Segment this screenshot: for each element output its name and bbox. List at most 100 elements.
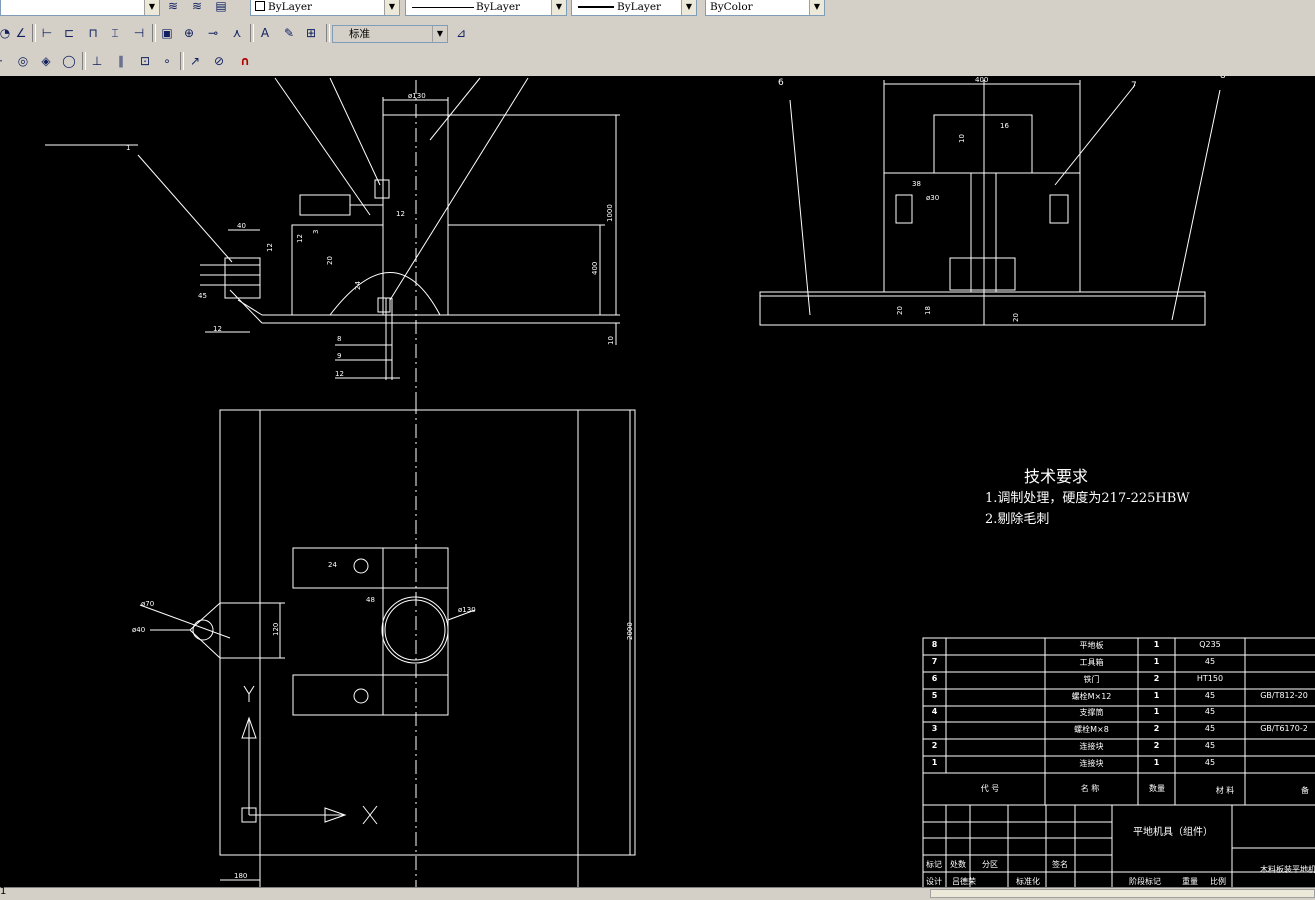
lug-hole <box>192 619 214 641</box>
bom-cell-name: 铁门 <box>1083 675 1100 684</box>
bom-cell-qty: 2 <box>1153 724 1160 733</box>
center-mark-icon[interactable]: ⊕ <box>180 24 198 42</box>
dim-update-icon[interactable]: ⊞ <box>302 24 320 42</box>
osnap-settings-icon[interactable]: ∩ <box>236 52 254 70</box>
snap-tangent-icon[interactable]: ◯ <box>60 52 78 70</box>
dim-text: 12 <box>266 243 274 252</box>
title-block-label-bili: 比例 <box>1210 877 1226 886</box>
quick-dim-icon[interactable]: ⊢ <box>38 24 56 42</box>
bom-cell-note: GB/T812-20 <box>1260 691 1308 700</box>
dim-space-icon[interactable]: ⌶ <box>106 24 124 42</box>
bom-cell-material: HT150 <box>1196 674 1224 683</box>
dim-text: 12 <box>296 234 304 243</box>
baseline-dim-icon[interactable]: ⊏ <box>60 24 78 42</box>
bom-cell-material: 45 <box>1204 741 1216 750</box>
inspection-icon[interactable]: ⊸ <box>204 24 222 42</box>
dim-style-combo[interactable]: 标准 ▼ <box>332 25 448 43</box>
dim-text: 10 <box>958 134 966 143</box>
layer-combo[interactable]: ByLayer ▼ <box>250 0 400 16</box>
lineweight-combo[interactable]: ByLayer ▼ <box>571 0 697 16</box>
dim-style-value: 标准 <box>349 28 370 40</box>
layer-manager-icon[interactable]: ▤ <box>212 0 230 15</box>
bom-cell-name: 螺栓M×8 <box>1074 725 1109 734</box>
side-center-block <box>949 257 1016 291</box>
arch <box>329 272 441 316</box>
snap-quadrant-icon[interactable]: ◈ <box>37 52 55 70</box>
title-block-label-fenqu: 分区 <box>982 860 998 869</box>
title-block-header-note: 备 <box>1301 786 1309 795</box>
dim-text: 2000 <box>626 622 634 640</box>
dim-edit-icon[interactable]: A <box>256 24 274 42</box>
title-block-header-material: 材 料 <box>1215 786 1235 795</box>
angular-dim-icon[interactable]: ∠ <box>12 24 30 42</box>
continue-dim-icon[interactable]: ⊓ <box>84 24 102 42</box>
title-block-label-biaozhunhua: 标准化 <box>1016 877 1040 886</box>
tech-note-1: 1.调制处理，硬度为217-225HBW <box>985 491 1190 506</box>
title-block-header-code: 代 号 <box>980 784 1000 793</box>
layer-previous-icon[interactable]: ≋ <box>188 0 206 15</box>
dim-text: 38 <box>912 180 921 188</box>
unknown-combo[interactable]: ▼ <box>0 0 160 16</box>
bom-cell-qty: 2 <box>1153 741 1160 750</box>
bom-cell-qty: 1 <box>1153 691 1160 700</box>
dim-text: 24 <box>328 561 337 569</box>
bom-cell-qty: 1 <box>1153 758 1160 767</box>
snap-insert-icon[interactable]: ⊡ <box>136 52 154 70</box>
drawing-canvas[interactable]: ø130 1 40 12 12 45 8 9 12 1000 400 10 20… <box>0 76 1315 887</box>
bom-cell-no: 3 <box>931 724 938 733</box>
snap-none-icon[interactable]: ⊘ <box>210 52 228 70</box>
dim-text: 12 <box>335 370 344 378</box>
title-block-label-biaoji: 标记 <box>926 860 942 869</box>
side-top-block <box>933 114 1033 174</box>
color-combo[interactable]: ByColor ▼ <box>705 0 825 16</box>
bom-cell-qty: 2 <box>1153 674 1160 683</box>
layer-states-icon[interactable]: ≋ <box>164 0 182 15</box>
snap-parallel-icon[interactable]: ∥ <box>112 52 130 70</box>
snap-node-icon[interactable]: ∘ <box>158 52 176 70</box>
dim-text: 18 <box>924 306 932 315</box>
balloon-8: 8 <box>1220 76 1226 81</box>
linetype-combo[interactable]: ByLayer ▼ <box>405 0 567 16</box>
connecting-block <box>291 224 384 316</box>
bom-cell-qty: 1 <box>1153 707 1160 716</box>
title-block-header-name: 名 称 <box>1080 784 1100 793</box>
leader <box>274 77 371 216</box>
top-block-b <box>292 674 449 716</box>
tolerance-icon[interactable]: ▣ <box>158 24 176 42</box>
bom-cell-name: 支撑筒 <box>1079 708 1104 717</box>
dim-leader <box>139 604 231 639</box>
bom-cell-qty: 1 <box>1153 640 1160 649</box>
dim-text: 48 <box>366 596 375 604</box>
title-block-header-qty: 数量 <box>1149 784 1165 793</box>
leader <box>389 77 529 301</box>
dim-text: 20 <box>896 306 904 315</box>
side-window-left <box>895 194 913 224</box>
balloon-7: 7 <box>1131 81 1137 91</box>
bom-cell-no: 7 <box>931 657 938 666</box>
snap-perpendicular-icon[interactable]: ⊥ <box>88 52 106 70</box>
connecting-block-left <box>224 257 261 299</box>
chevron-down-icon: ▼ <box>384 0 399 15</box>
bom-cell-material: Q235 <box>1199 640 1221 649</box>
dim-text: 16 <box>1000 122 1009 130</box>
layout-tab[interactable]: 1 <box>0 886 6 897</box>
dim-break-icon[interactable]: ⊣ <box>130 24 148 42</box>
balloon-1: 1 <box>126 144 130 152</box>
bolt-hole <box>353 558 369 574</box>
column-circle-inner <box>384 599 446 661</box>
bom-cell-no: 8 <box>931 640 938 649</box>
dim-text-edit-icon[interactable]: ✎ <box>280 24 298 42</box>
horizontal-scrollbar[interactable] <box>930 889 1315 898</box>
bom-cell-no: 5 <box>931 691 938 700</box>
snap-nearest-icon[interactable]: ↗ <box>186 52 204 70</box>
jogged-linear-icon[interactable]: ⋏ <box>228 24 246 42</box>
dim-style-manager-icon[interactable]: ⊿ <box>452 24 470 42</box>
bolt-head-2 <box>377 297 391 313</box>
dim-text: 400 <box>975 76 988 84</box>
bolt-head <box>374 179 390 199</box>
snap-dot-icon[interactable]: · <box>0 52 10 70</box>
chevron-down-icon: ▼ <box>551 0 566 15</box>
side-right-block <box>995 172 1081 293</box>
snap-center-icon[interactable]: ◎ <box>14 52 32 70</box>
leader-6 <box>789 99 811 316</box>
